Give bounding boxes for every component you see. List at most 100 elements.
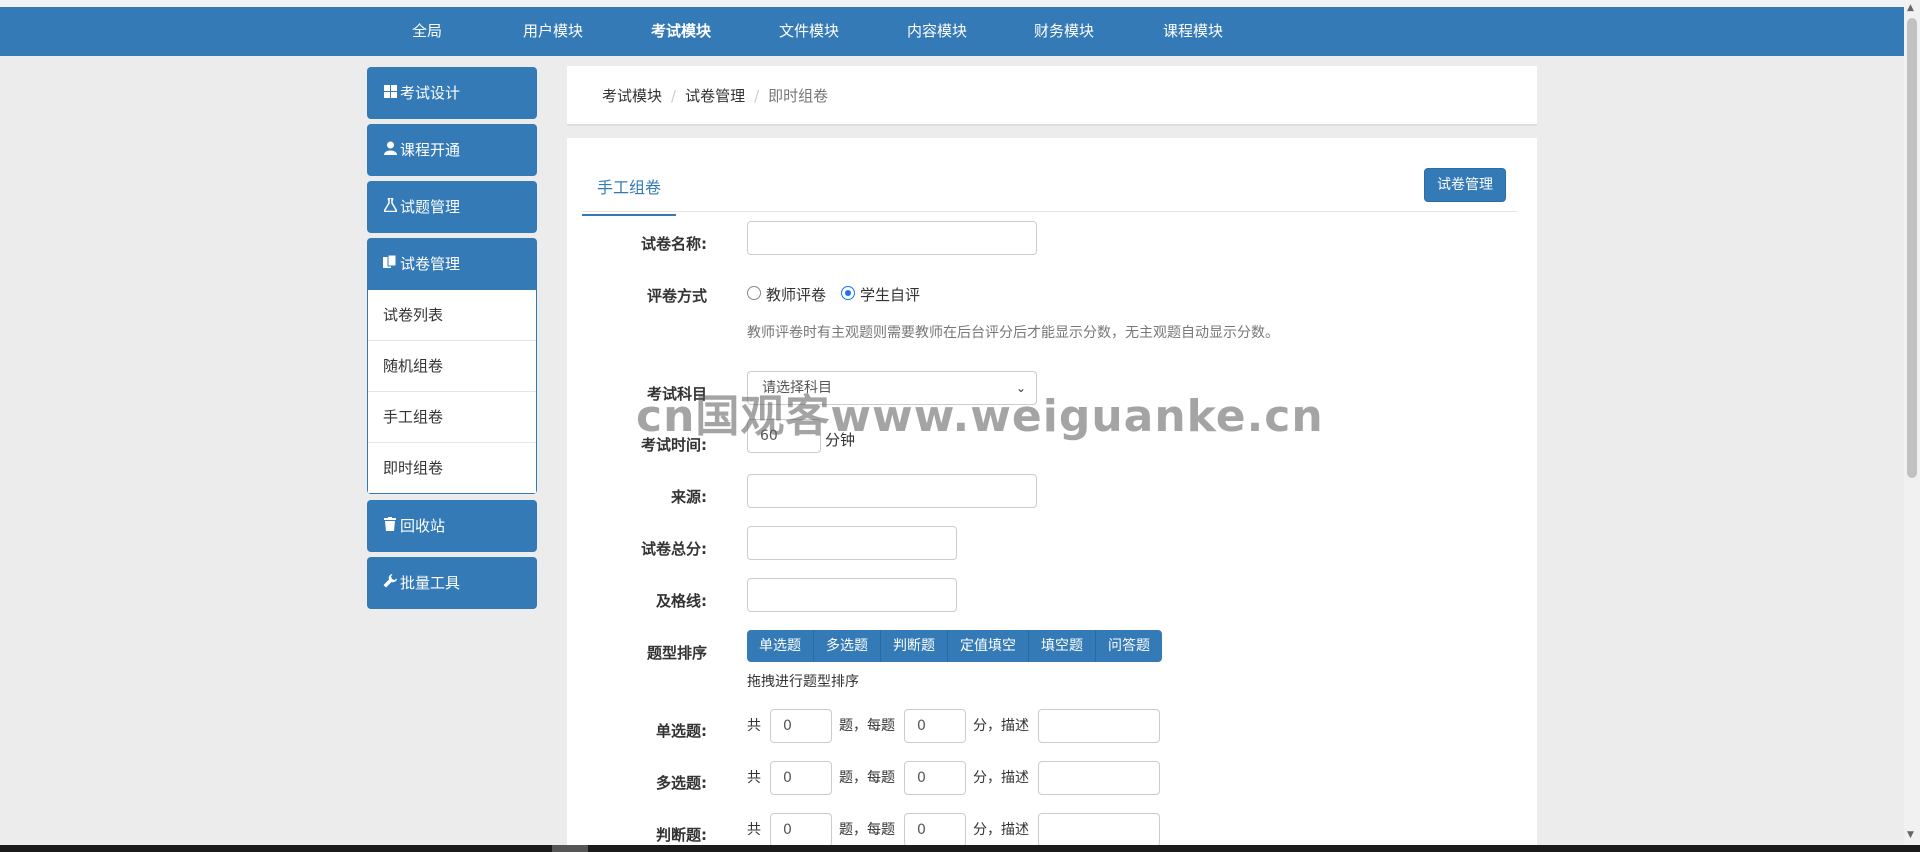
sidebar-subitem-random-compose[interactable]: 随机组卷 bbox=[368, 341, 536, 392]
score-desc-text: 分，描述 bbox=[973, 718, 1029, 734]
chevron-down-icon: ⌄ bbox=[1015, 381, 1026, 395]
sidebar-item-label: 考试设计 bbox=[400, 84, 461, 102]
nav-course-module[interactable]: 课程模块 bbox=[1163, 7, 1223, 56]
sidebar-item-label: 批量工具 bbox=[400, 574, 461, 592]
subject-label: 考试科目 bbox=[646, 385, 707, 403]
sidebar-group-paper-mgmt: 试卷管理 试卷列表 随机组卷 手工组卷 即时组卷 bbox=[367, 238, 537, 494]
breadcrumb-separator: / bbox=[754, 87, 760, 105]
nav-user-module[interactable]: 用户模块 bbox=[523, 7, 583, 56]
paper-name-input[interactable] bbox=[747, 221, 1037, 255]
sidebar-item-label: 试题管理 bbox=[400, 198, 461, 216]
score-desc-text: 分，描述 bbox=[973, 770, 1029, 786]
type-true-false[interactable]: 判断题 bbox=[881, 630, 948, 662]
total-score-input[interactable] bbox=[747, 526, 957, 560]
sidebar-item-label: 回收站 bbox=[400, 517, 446, 535]
total-text: 共 bbox=[747, 770, 761, 786]
type-order-label: 题型排序 bbox=[646, 644, 707, 662]
paper-name-label: 试卷名称: bbox=[641, 235, 707, 253]
single-choice-score-input[interactable]: 0 bbox=[904, 709, 966, 743]
taskbar bbox=[0, 845, 1920, 852]
type-fill-blank[interactable]: 填空题 bbox=[1029, 630, 1096, 662]
sidebar-submenu: 试卷列表 随机组卷 手工组卷 即时组卷 bbox=[368, 290, 536, 493]
true-false-score-input[interactable]: 0 bbox=[904, 813, 966, 847]
total-text: 共 bbox=[747, 718, 761, 734]
grading-hint: 教师评卷时有主观题则需要教师在后台评分后才能显示分数，无主观题自动显示分数。 bbox=[747, 325, 1279, 341]
score-desc-text: 分，描述 bbox=[973, 822, 1029, 838]
sidebar-item-paper-mgmt[interactable]: 试卷管理 bbox=[367, 238, 537, 290]
true-false-row-label: 判断题: bbox=[656, 826, 707, 844]
sidebar-item-course-open[interactable]: 课程开通 bbox=[367, 124, 537, 176]
total-text: 共 bbox=[747, 822, 761, 838]
sidebar-item-label: 试卷管理 bbox=[400, 255, 461, 273]
per-question-text: 题，每题 bbox=[839, 770, 895, 786]
radio-self-grading-label: 学生自评 bbox=[860, 286, 921, 304]
vertical-scrollbar[interactable]: ▲ ▼ bbox=[1904, 0, 1920, 845]
sidebar-item-question-mgmt[interactable]: 试题管理 bbox=[367, 181, 537, 233]
pass-line-label: 及格线: bbox=[656, 592, 707, 610]
source-label: 来源: bbox=[671, 488, 707, 506]
nav-file-module[interactable]: 文件模块 bbox=[779, 7, 839, 56]
exam-time-label: 考试时间: bbox=[641, 436, 707, 454]
single-choice-count-input[interactable]: 0 bbox=[770, 709, 832, 743]
breadcrumb-paper-mgmt[interactable]: 试卷管理 bbox=[685, 87, 745, 105]
flask-icon bbox=[382, 182, 398, 234]
radio-self-grading[interactable] bbox=[841, 286, 855, 300]
breadcrumb-current: 即时组卷 bbox=[768, 87, 829, 105]
true-false-desc-input[interactable] bbox=[1038, 813, 1160, 847]
single-choice-row-label: 单选题: bbox=[656, 722, 707, 740]
main-panel: 手工组卷 试卷管理 试卷名称: 评卷方式 教师评卷 学生自评 教师评卷时有主观题… bbox=[567, 138, 1537, 852]
exam-time-unit: 分钟 bbox=[825, 431, 856, 449]
scroll-up-icon[interactable]: ▲ bbox=[1907, 3, 1914, 13]
radio-teacher-grading[interactable] bbox=[747, 286, 761, 300]
nav-global[interactable]: 全局 bbox=[412, 7, 442, 56]
multiple-choice-count-input[interactable]: 0 bbox=[770, 761, 832, 795]
per-question-text: 题，每题 bbox=[839, 718, 895, 734]
question-type-sorter: 单选题 多选题 判断题 定值填空 填空题 问答题 bbox=[747, 630, 1162, 662]
multiple-choice-row-label: 多选题: bbox=[656, 774, 707, 792]
type-essay[interactable]: 问答题 bbox=[1096, 630, 1162, 662]
type-order-hint: 拖拽进行题型排序 bbox=[747, 674, 859, 690]
top-strip bbox=[0, 0, 1904, 7]
multiple-choice-score-input[interactable]: 0 bbox=[904, 761, 966, 795]
subject-select-value: 请选择科目 bbox=[762, 380, 832, 396]
nav-finance-module[interactable]: 财务模块 bbox=[1034, 7, 1094, 56]
type-single-choice[interactable]: 单选题 bbox=[747, 630, 814, 662]
sidebar-item-exam-design[interactable]: 考试设计 bbox=[367, 67, 537, 119]
nav-content-module[interactable]: 内容模块 bbox=[907, 7, 967, 56]
grading-method-label: 评卷方式 bbox=[646, 287, 707, 305]
true-false-count-input[interactable]: 0 bbox=[770, 813, 832, 847]
user-icon bbox=[382, 125, 398, 177]
total-score-label: 试卷总分: bbox=[641, 540, 707, 558]
single-choice-desc-input[interactable] bbox=[1038, 709, 1160, 743]
trash-icon bbox=[382, 501, 398, 553]
breadcrumb: 考试模块 / 试卷管理 / 即时组卷 bbox=[567, 66, 1537, 126]
per-question-text: 题，每题 bbox=[839, 822, 895, 838]
sidebar-item-label: 课程开通 bbox=[400, 141, 461, 159]
taskbar-item[interactable] bbox=[552, 845, 588, 852]
sidebar-subitem-manual-compose[interactable]: 手工组卷 bbox=[368, 392, 536, 443]
top-navigation: 全局 用户模块 考试模块 文件模块 内容模块 财务模块 课程模块 bbox=[0, 7, 1904, 56]
source-input[interactable] bbox=[747, 474, 1037, 508]
sidebar-subitem-paper-list[interactable]: 试卷列表 bbox=[368, 290, 536, 341]
wrench-icon bbox=[382, 558, 398, 610]
multiple-choice-desc-input[interactable] bbox=[1038, 761, 1160, 795]
paper-manage-button[interactable]: 试卷管理 bbox=[1424, 168, 1506, 202]
radio-teacher-grading-label: 教师评卷 bbox=[766, 286, 827, 304]
subject-select[interactable]: 请选择科目 ⌄ bbox=[747, 371, 1037, 405]
scrollbar-thumb[interactable] bbox=[1907, 18, 1917, 478]
nav-exam-module[interactable]: 考试模块 bbox=[651, 7, 711, 56]
pass-line-input[interactable] bbox=[747, 578, 957, 612]
breadcrumb-exam-module[interactable]: 考试模块 bbox=[602, 87, 662, 105]
scroll-down-icon[interactable]: ▼ bbox=[1907, 830, 1914, 840]
type-fixed-fill[interactable]: 定值填空 bbox=[948, 630, 1029, 662]
sidebar-item-recycle[interactable]: 回收站 bbox=[367, 500, 537, 552]
tab-manual-compose[interactable]: 手工组卷 bbox=[582, 174, 677, 216]
grid-icon bbox=[382, 68, 398, 120]
tab-divider bbox=[582, 211, 1517, 212]
type-multiple-choice[interactable]: 多选题 bbox=[814, 630, 881, 662]
sidebar-subitem-instant-compose[interactable]: 即时组卷 bbox=[368, 443, 536, 493]
breadcrumb-separator: / bbox=[671, 87, 677, 105]
sidebar-item-batch-tools[interactable]: 批量工具 bbox=[367, 557, 537, 609]
exam-time-input[interactable]: 60 bbox=[747, 419, 821, 453]
copy-icon bbox=[382, 239, 398, 291]
